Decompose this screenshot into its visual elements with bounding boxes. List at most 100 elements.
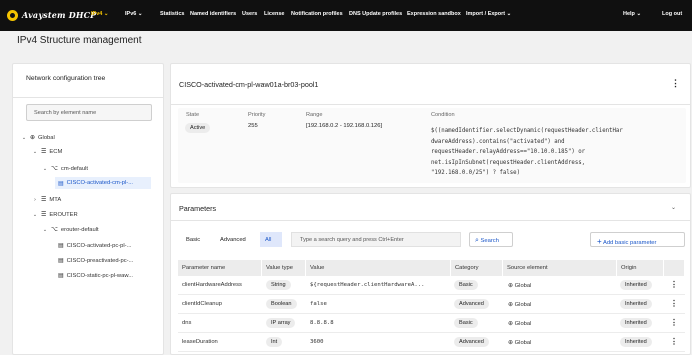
tree-item-cisco-activated-cm[interactable]: ▤ CISCO-activated-cm-pl-... bbox=[55, 177, 151, 189]
nav-notification-profiles[interactable]: Notification profiles bbox=[291, 11, 343, 17]
source-element: ⊕ Global bbox=[508, 301, 531, 308]
pool-icon: ▤ bbox=[58, 243, 64, 249]
add-basic-parameter-button[interactable]: + Add basic parameter bbox=[590, 232, 685, 247]
table-row[interactable]: clientHardwareAddress String ${requestHe… bbox=[178, 276, 685, 295]
tree-item-label: CISCO-preactivated-pc-... bbox=[66, 257, 134, 264]
network-tree-panel: Network configuration tree Search by ele… bbox=[12, 63, 164, 355]
chevron-down-icon[interactable]: ⌄ bbox=[32, 149, 38, 155]
search-icon: ⌕ bbox=[475, 237, 479, 244]
origin-badge: Inherited bbox=[620, 280, 652, 290]
pool-icon: ▤ bbox=[58, 273, 64, 279]
source-label: Global bbox=[514, 321, 532, 327]
condition-line: requestHeader.relayAddress=="10.10.0.185… bbox=[431, 149, 586, 155]
table-row[interactable]: leaseDuration Int 3600 Advanced ⊕ Global… bbox=[178, 333, 685, 352]
chevron-right-icon[interactable]: › bbox=[32, 197, 38, 203]
tree-item-cisco-static-pc[interactable]: ▤ CISCO-static-pc-pl-waw... bbox=[58, 272, 134, 280]
nav-ipv4[interactable]: IPv4 ⌄ bbox=[91, 11, 108, 17]
tree-item-ecm[interactable]: ⌄ ☰ ECM bbox=[32, 148, 63, 156]
nav-dns-update-profiles[interactable]: DNS Update profiles bbox=[349, 11, 402, 17]
column-header[interactable]: Source element bbox=[503, 260, 617, 276]
nav-users[interactable]: Users bbox=[242, 11, 257, 17]
filter-basic[interactable]: Basic bbox=[181, 232, 205, 247]
tree-item-label: erouter-default bbox=[60, 226, 99, 233]
state-label: State bbox=[186, 112, 200, 118]
value-type-badge: IP array bbox=[266, 318, 296, 328]
tree-item-cisco-preactivated-pc[interactable]: ▤ CISCO-preactivated-pc-... bbox=[58, 257, 134, 265]
filter-all[interactable]: All bbox=[260, 232, 282, 247]
tree-item-global[interactable]: ⌄ ⊕ Global bbox=[21, 134, 55, 142]
row-menu-icon[interactable]: ⋮ bbox=[670, 281, 678, 289]
nav-expression-sandbox[interactable]: Expression sandbox bbox=[407, 11, 461, 17]
tree-search-input[interactable]: Search by element name bbox=[26, 104, 152, 121]
more-options-icon[interactable]: ⋮ bbox=[671, 79, 680, 88]
value-type-badge: String bbox=[266, 280, 291, 290]
chevron-down-icon[interactable]: ⌄ bbox=[21, 135, 27, 141]
column-header[interactable]: Category bbox=[451, 260, 503, 276]
nav-named-identifiers[interactable]: Named identifiers bbox=[190, 11, 236, 17]
globe-icon: ⊕ bbox=[508, 321, 514, 327]
column-header-actions bbox=[664, 260, 685, 276]
search-button-label: Search bbox=[480, 238, 499, 244]
app-logo[interactable]: Avaystem DHCP bbox=[7, 9, 96, 21]
origin-badge: Inherited bbox=[620, 318, 652, 328]
plus-icon: + bbox=[597, 237, 602, 246]
nav-logout[interactable]: Log out bbox=[662, 11, 682, 17]
row-menu-icon[interactable]: ⋮ bbox=[670, 300, 678, 308]
nav-license[interactable]: License bbox=[264, 11, 284, 17]
param-value: 3600 bbox=[310, 339, 324, 345]
collapse-chevron-icon[interactable]: ⌄ bbox=[671, 204, 676, 211]
row-menu-icon[interactable]: ⋮ bbox=[670, 319, 678, 327]
network-icon: ⌥ bbox=[51, 227, 58, 233]
condition-line: net.isIpInSubnet(requestHeader.clientAdd… bbox=[431, 159, 586, 166]
pool-info-box: State Active Priority 255 Range [192.168… bbox=[178, 108, 686, 183]
tree-item-cm-default[interactable]: ⌄ ⌥ cm-default bbox=[42, 165, 88, 173]
param-name: clientHardwareAddress bbox=[182, 282, 242, 288]
tree-item-label: EROUTER bbox=[49, 211, 78, 218]
nav-statistics[interactable]: Statistics bbox=[160, 11, 184, 17]
value-type-badge: Int bbox=[266, 337, 283, 347]
tree-item-cisco-activated-pc[interactable]: ▤ CISCO-activated-pc-pl-... bbox=[58, 242, 131, 250]
nav-help[interactable]: Help ⌄ bbox=[623, 11, 641, 17]
param-value: ${requestHeader.clientHardwareA... bbox=[310, 282, 425, 288]
tree-item-label: ECM bbox=[49, 148, 63, 155]
parameter-search-input[interactable]: Type a search query and press Ctrl+Enter bbox=[291, 232, 461, 247]
column-header[interactable]: Value bbox=[306, 260, 451, 276]
range-value: [192.168.0.2 - 192.168.0.126] bbox=[306, 123, 383, 129]
tree-item-label: MTA bbox=[49, 196, 62, 203]
row-menu-icon[interactable]: ⋮ bbox=[670, 338, 678, 346]
nav-ipv6[interactable]: IPv6 ⌄ bbox=[125, 11, 142, 17]
tree-item-label: CISCO-activated-cm-pl-... bbox=[66, 180, 134, 186]
nav-import-export[interactable]: Import / Export ⌄ bbox=[466, 11, 511, 17]
column-header[interactable]: Origin bbox=[617, 260, 664, 276]
param-value: 8.8.8.8 bbox=[310, 320, 334, 326]
tree-item-mta[interactable]: › ☰ MTA bbox=[32, 196, 62, 204]
tree-item-erouter[interactable]: ⌄ ☰ EROUTER bbox=[32, 211, 78, 219]
origin-badge: Inherited bbox=[620, 337, 652, 347]
filter-advanced[interactable]: Advanced bbox=[215, 232, 251, 247]
search-button[interactable]: ⌕ Search bbox=[469, 232, 513, 247]
condition-label: Condition bbox=[431, 112, 455, 118]
list-icon: ☰ bbox=[41, 149, 47, 155]
state-badge: Active bbox=[185, 123, 211, 133]
chevron-down-icon[interactable]: ⌄ bbox=[32, 212, 38, 218]
param-name: clientIdCleanup bbox=[182, 301, 222, 307]
table-row[interactable]: clientIdCleanup Boolean false Advanced ⊕… bbox=[178, 295, 685, 314]
condition-line: "192.168.0.0/25") ? false) bbox=[431, 170, 521, 176]
tree-item-erouter-default[interactable]: ⌄ ⌥ erouter-default bbox=[42, 226, 99, 234]
pool-title: CISCO-activated-cm-pl-waw01a-br03-pool1 bbox=[179, 80, 319, 89]
category-badge: Advanced bbox=[454, 337, 489, 347]
chevron-down-icon[interactable]: ⌄ bbox=[42, 227, 48, 233]
source-element: ⊕ Global bbox=[508, 320, 531, 327]
globe-icon: ⊕ bbox=[30, 135, 36, 141]
category-badge: Advanced bbox=[454, 299, 489, 309]
list-icon: ☰ bbox=[41, 197, 47, 203]
table-row[interactable]: dns IP array 8.8.8.8 Basic ⊕ Global Inhe… bbox=[178, 314, 685, 333]
column-header[interactable]: Parameter name bbox=[178, 260, 262, 276]
param-name: leaseDuration bbox=[182, 339, 218, 345]
param-name: dns bbox=[182, 320, 192, 326]
column-header[interactable]: Value type bbox=[262, 260, 306, 276]
range-label: Range bbox=[306, 112, 323, 118]
condition-expression: $((namedIdentifier.selectDynamic(request… bbox=[431, 126, 683, 179]
chevron-down-icon[interactable]: ⌄ bbox=[42, 166, 48, 172]
tree-item-label: CISCO-static-pc-pl-waw... bbox=[66, 272, 134, 279]
